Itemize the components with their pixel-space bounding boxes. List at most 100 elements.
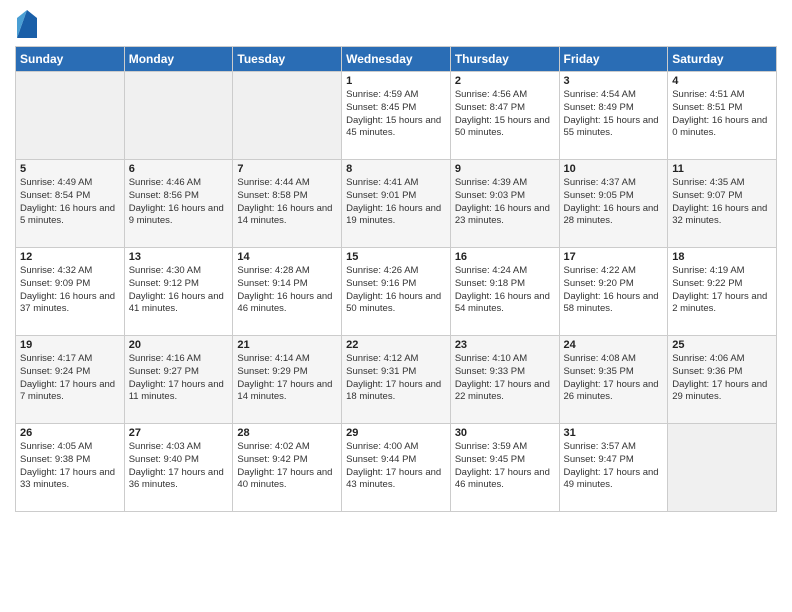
logo-icon xyxy=(17,10,37,38)
calendar-cell xyxy=(233,72,342,160)
day-info: Sunrise: 4:22 AMSunset: 9:20 PMDaylight:… xyxy=(564,265,664,316)
day-info: Sunrise: 4:08 AMSunset: 9:35 PMDaylight:… xyxy=(564,353,664,404)
day-info: Sunrise: 4:02 AMSunset: 9:42 PMDaylight:… xyxy=(237,441,337,492)
day-number: 28 xyxy=(237,427,337,439)
day-number: 26 xyxy=(20,427,120,439)
day-number: 6 xyxy=(129,163,229,175)
day-info: Sunrise: 4:46 AMSunset: 8:56 PMDaylight:… xyxy=(129,177,229,228)
calendar-cell xyxy=(124,72,233,160)
calendar: SundayMondayTuesdayWednesdayThursdayFrid… xyxy=(15,46,777,512)
calendar-week-row: 12 Sunrise: 4:32 AMSunset: 9:09 PMDayligh… xyxy=(16,248,777,336)
day-info: Sunrise: 4:16 AMSunset: 9:27 PMDaylight:… xyxy=(129,353,229,404)
day-number: 4 xyxy=(672,75,772,87)
calendar-cell xyxy=(668,424,777,512)
day-info: Sunrise: 4:10 AMSunset: 9:33 PMDaylight:… xyxy=(455,353,555,404)
calendar-cell: 18 Sunrise: 4:19 AMSunset: 9:22 PMDayligh… xyxy=(668,248,777,336)
day-header-friday: Friday xyxy=(559,47,668,72)
day-info: Sunrise: 4:06 AMSunset: 9:36 PMDaylight:… xyxy=(672,353,772,404)
day-header-tuesday: Tuesday xyxy=(233,47,342,72)
day-number: 1 xyxy=(346,75,446,87)
day-number: 7 xyxy=(237,163,337,175)
day-info: Sunrise: 3:57 AMSunset: 9:47 PMDaylight:… xyxy=(564,441,664,492)
day-number: 12 xyxy=(20,251,120,263)
day-info: Sunrise: 4:05 AMSunset: 9:38 PMDaylight:… xyxy=(20,441,120,492)
day-info: Sunrise: 4:00 AMSunset: 9:44 PMDaylight:… xyxy=(346,441,446,492)
calendar-header-row: SundayMondayTuesdayWednesdayThursdayFrid… xyxy=(16,47,777,72)
day-number: 8 xyxy=(346,163,446,175)
calendar-cell: 26 Sunrise: 4:05 AMSunset: 9:38 PMDayligh… xyxy=(16,424,125,512)
calendar-cell: 31Sunrise: 3:57 AMSunset: 9:47 PMDayligh… xyxy=(559,424,668,512)
calendar-cell: 11 Sunrise: 4:35 AMSunset: 9:07 PMDayligh… xyxy=(668,160,777,248)
day-info: Sunrise: 4:19 AMSunset: 9:22 PMDaylight:… xyxy=(672,265,772,316)
calendar-cell: 5 Sunrise: 4:49 AMSunset: 8:54 PMDaylight… xyxy=(16,160,125,248)
page: SundayMondayTuesdayWednesdayThursdayFrid… xyxy=(0,0,792,612)
logo-text xyxy=(15,10,37,38)
day-info: Sunrise: 4:30 AMSunset: 9:12 PMDaylight:… xyxy=(129,265,229,316)
day-number: 30 xyxy=(455,427,555,439)
day-number: 11 xyxy=(672,163,772,175)
day-number: 18 xyxy=(672,251,772,263)
day-info: Sunrise: 4:32 AMSunset: 9:09 PMDaylight:… xyxy=(20,265,120,316)
day-number: 5 xyxy=(20,163,120,175)
day-info: Sunrise: 4:35 AMSunset: 9:07 PMDaylight:… xyxy=(672,177,772,228)
calendar-cell: 13 Sunrise: 4:30 AMSunset: 9:12 PMDayligh… xyxy=(124,248,233,336)
day-number: 13 xyxy=(129,251,229,263)
day-info: Sunrise: 4:49 AMSunset: 8:54 PMDaylight:… xyxy=(20,177,120,228)
logo xyxy=(15,10,37,38)
calendar-cell xyxy=(16,72,125,160)
calendar-cell: 8 Sunrise: 4:41 AMSunset: 9:01 PMDaylight… xyxy=(342,160,451,248)
calendar-cell: 4Sunrise: 4:51 AMSunset: 8:51 PMDaylight… xyxy=(668,72,777,160)
day-info: Sunrise: 4:12 AMSunset: 9:31 PMDaylight:… xyxy=(346,353,446,404)
day-info: Sunrise: 4:28 AMSunset: 9:14 PMDaylight:… xyxy=(237,265,337,316)
day-number: 22 xyxy=(346,339,446,351)
day-number: 27 xyxy=(129,427,229,439)
day-header-thursday: Thursday xyxy=(450,47,559,72)
day-info: Sunrise: 4:24 AMSunset: 9:18 PMDaylight:… xyxy=(455,265,555,316)
calendar-cell: 12 Sunrise: 4:32 AMSunset: 9:09 PMDayligh… xyxy=(16,248,125,336)
calendar-cell: 28 Sunrise: 4:02 AMSunset: 9:42 PMDayligh… xyxy=(233,424,342,512)
calendar-week-row: 5 Sunrise: 4:49 AMSunset: 8:54 PMDaylight… xyxy=(16,160,777,248)
day-info: Sunrise: 4:44 AMSunset: 8:58 PMDaylight:… xyxy=(237,177,337,228)
calendar-week-row: 19 Sunrise: 4:17 AMSunset: 9:24 PMDayligh… xyxy=(16,336,777,424)
calendar-cell: 25 Sunrise: 4:06 AMSunset: 9:36 PMDayligh… xyxy=(668,336,777,424)
day-info: Sunrise: 4:03 AMSunset: 9:40 PMDaylight:… xyxy=(129,441,229,492)
day-number: 10 xyxy=(564,163,664,175)
calendar-cell: 22 Sunrise: 4:12 AMSunset: 9:31 PMDayligh… xyxy=(342,336,451,424)
calendar-cell: 1Sunrise: 4:59 AMSunset: 8:45 PMDaylight… xyxy=(342,72,451,160)
day-number: 25 xyxy=(672,339,772,351)
calendar-cell: 6 Sunrise: 4:46 AMSunset: 8:56 PMDaylight… xyxy=(124,160,233,248)
day-number: 17 xyxy=(564,251,664,263)
day-info: Sunrise: 4:56 AMSunset: 8:47 PMDaylight:… xyxy=(455,89,555,140)
day-number: 3 xyxy=(564,75,664,87)
day-number: 19 xyxy=(20,339,120,351)
calendar-cell: 9 Sunrise: 4:39 AMSunset: 9:03 PMDaylight… xyxy=(450,160,559,248)
calendar-cell: 23Sunrise: 4:10 AMSunset: 9:33 PMDayligh… xyxy=(450,336,559,424)
day-info: Sunrise: 4:26 AMSunset: 9:16 PMDaylight:… xyxy=(346,265,446,316)
day-info: Sunrise: 3:59 AMSunset: 9:45 PMDaylight:… xyxy=(455,441,555,492)
day-header-sunday: Sunday xyxy=(16,47,125,72)
day-info: Sunrise: 4:41 AMSunset: 9:01 PMDaylight:… xyxy=(346,177,446,228)
day-number: 14 xyxy=(237,251,337,263)
calendar-cell: 27 Sunrise: 4:03 AMSunset: 9:40 PMDayligh… xyxy=(124,424,233,512)
calendar-cell: 19 Sunrise: 4:17 AMSunset: 9:24 PMDayligh… xyxy=(16,336,125,424)
day-number: 24 xyxy=(564,339,664,351)
calendar-cell: 15 Sunrise: 4:26 AMSunset: 9:16 PMDayligh… xyxy=(342,248,451,336)
header xyxy=(15,10,777,38)
day-number: 15 xyxy=(346,251,446,263)
calendar-cell: 14 Sunrise: 4:28 AMSunset: 9:14 PMDayligh… xyxy=(233,248,342,336)
day-number: 9 xyxy=(455,163,555,175)
day-number: 29 xyxy=(346,427,446,439)
day-info: Sunrise: 4:39 AMSunset: 9:03 PMDaylight:… xyxy=(455,177,555,228)
day-header-wednesday: Wednesday xyxy=(342,47,451,72)
calendar-cell: 10 Sunrise: 4:37 AMSunset: 9:05 PMDayligh… xyxy=(559,160,668,248)
day-info: Sunrise: 4:54 AMSunset: 8:49 PMDaylight:… xyxy=(564,89,664,140)
calendar-cell: 17 Sunrise: 4:22 AMSunset: 9:20 PMDayligh… xyxy=(559,248,668,336)
calendar-week-row: 1Sunrise: 4:59 AMSunset: 8:45 PMDaylight… xyxy=(16,72,777,160)
calendar-cell: 16Sunrise: 4:24 AMSunset: 9:18 PMDayligh… xyxy=(450,248,559,336)
day-header-monday: Monday xyxy=(124,47,233,72)
calendar-week-row: 26 Sunrise: 4:05 AMSunset: 9:38 PMDayligh… xyxy=(16,424,777,512)
calendar-cell: 7 Sunrise: 4:44 AMSunset: 8:58 PMDaylight… xyxy=(233,160,342,248)
day-info: Sunrise: 4:17 AMSunset: 9:24 PMDaylight:… xyxy=(20,353,120,404)
calendar-cell: 24 Sunrise: 4:08 AMSunset: 9:35 PMDayligh… xyxy=(559,336,668,424)
day-info: Sunrise: 4:37 AMSunset: 9:05 PMDaylight:… xyxy=(564,177,664,228)
